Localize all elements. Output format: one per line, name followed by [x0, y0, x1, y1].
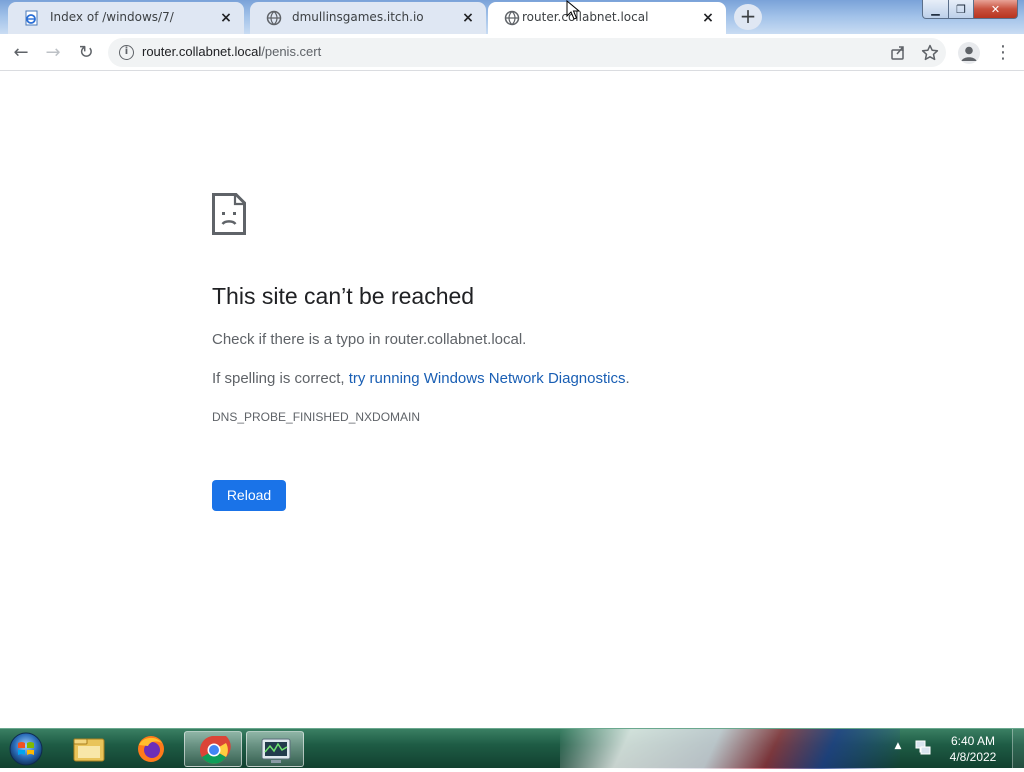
tab-title: dmullinsgames.itch.io	[292, 10, 424, 24]
share-icon[interactable]	[888, 43, 908, 63]
taskbar-firefox[interactable]	[122, 731, 180, 767]
globe-icon	[504, 10, 520, 26]
tab-dmullinsgames[interactable]: dmullinsgames.itch.io ×	[250, 2, 486, 34]
taskbar-explorer[interactable]	[60, 731, 118, 767]
tab-index-windows[interactable]: Index of /windows/7/ ×	[8, 2, 244, 34]
clock-time: 6:40 AM	[950, 734, 996, 748]
mouse-cursor-icon	[566, 0, 580, 20]
error-code: DNS_PROBE_FINISHED_NXDOMAIN	[212, 410, 421, 424]
tab-strip: Index of /windows/7/ × dmullinsgames.itc…	[0, 0, 1024, 34]
network-icon[interactable]	[914, 739, 932, 757]
tab-close-icon[interactable]: ×	[460, 10, 476, 26]
profile-avatar-button[interactable]	[958, 42, 980, 64]
tab-title: Index of /windows/7/	[50, 10, 174, 24]
windows-taskbar: ▲ 6:40 AM 4/8/2022	[0, 728, 1024, 769]
url-path: /penis.cert	[261, 44, 322, 59]
sad-page-icon	[212, 193, 246, 235]
browser-toolbar: ← → ↻ i router.collabnet.local/penis.cer…	[0, 34, 1024, 71]
address-bar[interactable]: i router.collabnet.local/penis.cert	[108, 38, 946, 67]
url-host: router.collabnet.local	[142, 44, 262, 59]
diagnostics-suffix: .	[625, 370, 630, 387]
reload-button[interactable]: Reload	[212, 480, 286, 511]
site-info-icon[interactable]: i	[119, 45, 134, 60]
close-window-button[interactable]: ✕	[973, 0, 1018, 19]
reload-toolbar-button[interactable]: ↻	[73, 40, 99, 66]
person-icon	[961, 46, 977, 61]
chrome-icon	[200, 736, 231, 764]
error-title: This site can’t be reached	[212, 283, 475, 309]
clock-date: 4/8/2022	[949, 750, 997, 764]
network-diagnostics-link[interactable]: try running Windows Network Diagnostics	[349, 370, 626, 387]
diagnostics-prefix: If spelling is correct,	[212, 370, 349, 387]
windows-explorer-icon	[73, 738, 105, 762]
show-hidden-icons-button[interactable]: ▲	[893, 741, 903, 753]
restore-button[interactable]: ❐	[948, 0, 974, 19]
desktop-wallpaper-peek	[560, 729, 900, 769]
show-desktop-button[interactable]	[1012, 729, 1024, 769]
system-clock[interactable]: 6:40 AM 4/8/2022	[940, 733, 1006, 765]
diagnostics-hint: If spelling is correct, try running Wind…	[212, 370, 630, 387]
start-button[interactable]	[4, 731, 48, 767]
page-content: This site can’t be reached Check if ther…	[0, 71, 1024, 728]
browser-menu-button[interactable]: ⋮	[994, 41, 1012, 65]
new-tab-button[interactable]: +	[734, 4, 762, 30]
ie-page-icon	[25, 10, 38, 26]
tab-close-icon[interactable]: ×	[700, 10, 716, 26]
performance-monitor-icon	[261, 738, 291, 763]
firefox-icon	[138, 736, 164, 762]
bookmark-star-icon[interactable]	[920, 43, 940, 63]
url-text[interactable]: router.collabnet.local/penis.cert	[142, 44, 321, 59]
back-button[interactable]: ←	[8, 40, 34, 66]
minimize-button[interactable]: ▁	[922, 0, 949, 19]
globe-icon	[266, 10, 282, 26]
taskbar-performance-monitor[interactable]	[246, 731, 304, 767]
typo-hint: Check if there is a typo in router.colla…	[212, 331, 527, 348]
taskbar-chrome[interactable]	[184, 731, 242, 767]
forward-button[interactable]: →	[40, 40, 66, 66]
tab-close-icon[interactable]: ×	[218, 10, 234, 26]
tab-title: router.collabnet.local	[522, 10, 649, 24]
tab-router-collabnet[interactable]: router.collabnet.local ×	[488, 2, 726, 34]
